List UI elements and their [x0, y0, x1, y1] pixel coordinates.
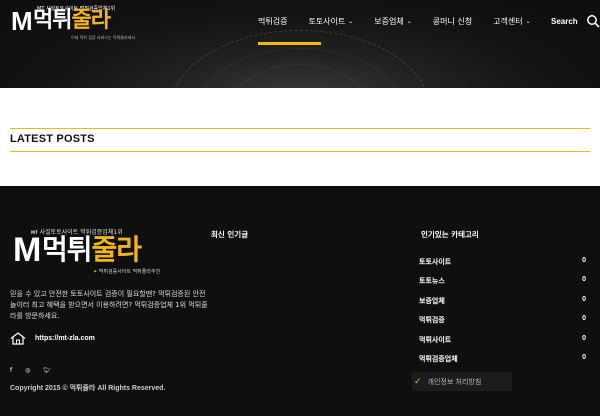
footer-logo-subtitle: ✦ 먹튀검증사이트 먹튀줄라추천 — [93, 269, 161, 275]
search-label: Search — [551, 16, 578, 26]
nav-item-label: 토토사이트 — [308, 16, 346, 26]
nav-item-support[interactable]: 고객센터 ⌄ — [493, 16, 530, 27]
copyright-text: Copyright 2015 © 먹튀줄라 All Rights Reserve… — [10, 385, 166, 392]
latest-posts-title: LATEST POSTS — [10, 133, 95, 145]
site-footer: MT 사설토토사이트 먹튀검증업체1위 M 먹튀줄라 ✦ 먹튀검증사이트 먹튀줄… — [0, 186, 600, 416]
twitter-icon[interactable]: 🐦︎ — [43, 367, 51, 374]
footer-logo-name: 먹튀줄라 — [42, 233, 143, 267]
search-icon — [586, 15, 600, 28]
instagram-icon[interactable]: ◎ — [25, 367, 30, 374]
footer-site-url: https://mt-zla.com — [35, 335, 95, 342]
footer-site-link[interactable]: https://mt-zla.com — [10, 332, 95, 345]
logo-letter: M — [11, 6, 33, 36]
sparkle-icon: ✦ — [93, 269, 98, 275]
logo-name-yellow: 줄라 — [71, 8, 110, 33]
nav-active-indicator — [258, 42, 321, 45]
logo-subtitle: 이제 먹튀 검증 서비스는 먹튀줄라에서 — [71, 35, 135, 40]
nav-item-guaranteed[interactable]: 보증업체 ⌄ — [374, 16, 411, 27]
main-nav: 먹튀검증 토토사이트 ⌄ 보증업체 ⌄ 콩머니 신청 고객센터 ⌄ — [258, 12, 552, 45]
nav-item-label: 먹튀검증 — [258, 16, 288, 26]
privacy-policy-link[interactable]: ✓ 개인정보 처리방침 — [412, 372, 512, 391]
nav-item-toto-sites[interactable]: 토토사이트 ⌄ — [308, 16, 353, 27]
nav-item-label: 고객센터 — [493, 16, 523, 26]
category-item[interactable]: 먹튀사이트 0 — [419, 335, 586, 354]
logo-name-white: 먹튀 — [33, 8, 72, 33]
nav-item-mtverify[interactable]: 먹튀검증 — [258, 16, 287, 27]
nav-item-label: 콩머니 신청 — [432, 16, 473, 26]
category-item[interactable]: 보증업체 0 — [419, 296, 586, 315]
nav-item-label: 보증업체 — [374, 16, 404, 26]
nav-item-kong-money[interactable]: 콩머니 신청 — [433, 16, 472, 27]
recent-posts-title: 최신 인기글 — [211, 230, 249, 239]
footer-logo-name-yellow: 줄라 — [91, 233, 143, 266]
privacy-policy-label: 개인정보 처리방침 — [427, 377, 482, 386]
chevron-down-icon: ⌄ — [348, 17, 354, 25]
site-logo[interactable]: M MT 사설토토사이트 먹튀검증업체1위 먹튀줄라 이제 먹튀 검증 서비스는… — [11, 6, 135, 40]
search-button[interactable]: Search — [551, 14, 600, 28]
category-item[interactable]: 토토사이트 0 — [419, 257, 586, 276]
category-item[interactable]: 먹튀검증업체 0 — [419, 354, 586, 373]
footer-logo[interactable]: MT 사설토토사이트 먹튀검증업체1위 M 먹튀줄라 ✦ 먹튀검증사이트 먹튀줄… — [13, 227, 178, 275]
checkmark-icon: ✓ — [414, 376, 422, 387]
logo-name: 먹튀줄라 — [33, 6, 111, 36]
popular-categories-title: 인기있는 카테고리 — [421, 230, 479, 239]
footer-logo-letter: M — [13, 231, 41, 269]
site-header: M MT 사설토토사이트 먹튀검증업체1위 먹튀줄라 이제 먹튀 검증 서비스는… — [0, 0, 600, 88]
latest-posts-section: LATEST POSTS — [10, 128, 590, 152]
facebook-icon[interactable]: f — [10, 367, 12, 374]
category-item[interactable]: 먹튀검증 0 — [419, 315, 586, 334]
chevron-down-icon: ⌄ — [406, 17, 412, 25]
home-icon — [10, 332, 26, 345]
social-links: f ◎ 🐦︎ — [10, 367, 64, 374]
footer-logo-name-white: 먹튀 — [42, 233, 93, 266]
category-item[interactable]: 토토뉴스 0 — [419, 276, 586, 295]
footer-description: 믿을 수 있고 안전한 토토사이트 검증이 필요할땐? 먹튀검증된 안전놀이터 … — [10, 290, 208, 320]
chevron-down-icon: ⌄ — [525, 17, 531, 25]
category-list: 토토사이트 0 토토뉴스 0 보증업체 0 먹튀검증 0 먹튀사이트 0 먹튀검… — [419, 257, 586, 373]
